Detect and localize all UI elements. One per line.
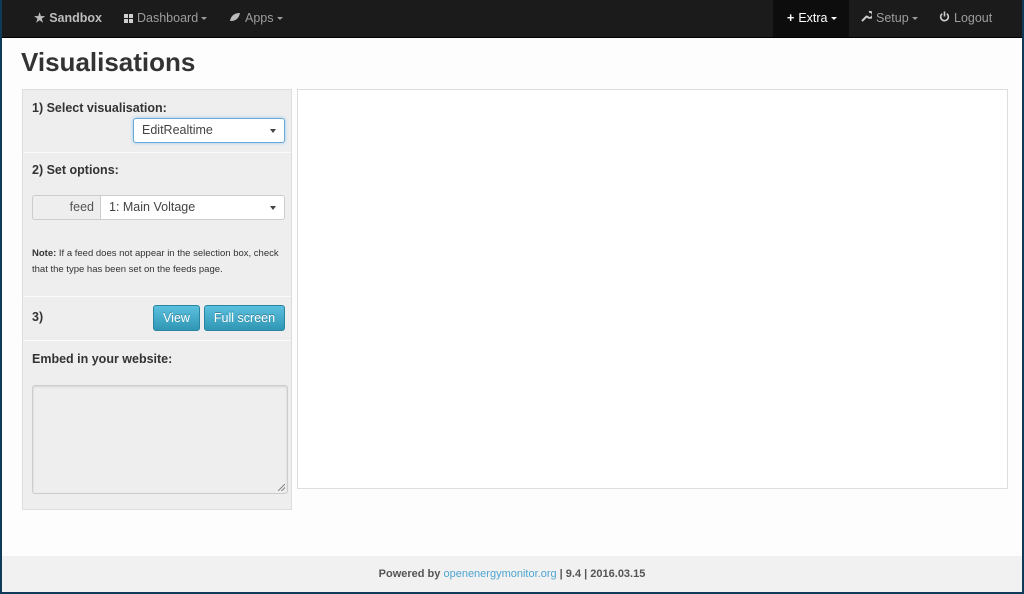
leaf-icon [229, 0, 241, 37]
note-text: If a feed does not appear in the selecti… [32, 248, 279, 275]
footer-powered-by: Powered by [378, 568, 441, 580]
note-bold-label: Note: [32, 248, 57, 259]
nav-brand-sandbox[interactable]: ★ Sandbox [34, 0, 102, 37]
embed-label: Embed in your website: [32, 352, 173, 366]
nav-extra-label: Extra [798, 11, 828, 25]
page-title: Visualisations [21, 47, 196, 77]
chevron-down-icon [201, 17, 208, 21]
step3-label: 3) [32, 310, 44, 324]
nav-logout-link[interactable]: Logout [939, 0, 992, 37]
footer-version: | 9.4 | 2016.03.15 [559, 568, 646, 580]
feed-option-label: feed [32, 195, 100, 220]
embed-code-textarea[interactable] [32, 385, 288, 494]
options-sidepanel: 1) Select visualisation: EditRealtime 2)… [22, 89, 292, 510]
visualisation-preview-frame[interactable] [297, 89, 1008, 489]
chevron-down-icon [270, 128, 276, 133]
power-icon [939, 0, 950, 37]
step1-label: 1) Select visualisation: [32, 101, 167, 115]
main-content: Visualisations 1) Select visualisation: … [2, 38, 1022, 556]
feed-note: Note: If a feed does not appear in the s… [32, 246, 282, 278]
feed-select-value: 1: Main Voltage [109, 200, 196, 214]
step1-section: 1) Select visualisation: EditRealtime [23, 90, 291, 153]
feed-select[interactable]: 1: Main Voltage [100, 195, 285, 220]
nav-extra-menu[interactable]: + Extra [773, 0, 849, 37]
chevron-down-icon [911, 17, 918, 21]
page-footer: Powered by openenergymonitor.org | 9.4 |… [2, 556, 1022, 592]
nav-logout-label: Logout [954, 11, 993, 25]
top-navbar: ★ Sandbox Dashboard Apps + Extra Setup Log… [2, 0, 1022, 38]
nav-apps-menu[interactable]: Apps [229, 0, 283, 37]
star-icon: ★ [34, 11, 46, 26]
visualisation-select[interactable]: EditRealtime [133, 118, 285, 143]
wrench-icon [860, 0, 874, 37]
nav-brand-label: Sandbox [49, 11, 103, 25]
view-button[interactable]: View [153, 305, 200, 331]
chevron-down-icon [276, 17, 283, 21]
chevron-down-icon [270, 205, 276, 210]
nav-dashboard-menu[interactable]: Dashboard [124, 0, 208, 37]
nav-dashboard-label: Dashboard [137, 11, 199, 25]
plus-icon: + [787, 11, 795, 26]
nav-setup-label: Setup [876, 11, 909, 25]
nav-apps-label: Apps [245, 11, 274, 25]
visualisation-select-value: EditRealtime [142, 123, 213, 137]
step2-label: 2) Set options: [32, 163, 119, 177]
fullscreen-button[interactable]: Full screen [204, 305, 285, 331]
chevron-down-icon [830, 17, 837, 21]
resize-grip-icon[interactable] [278, 484, 285, 491]
dashboard-grid-icon [124, 14, 133, 24]
footer-oem-link[interactable]: openenergymonitor.org [443, 568, 556, 580]
nav-setup-menu[interactable]: Setup [860, 0, 918, 37]
